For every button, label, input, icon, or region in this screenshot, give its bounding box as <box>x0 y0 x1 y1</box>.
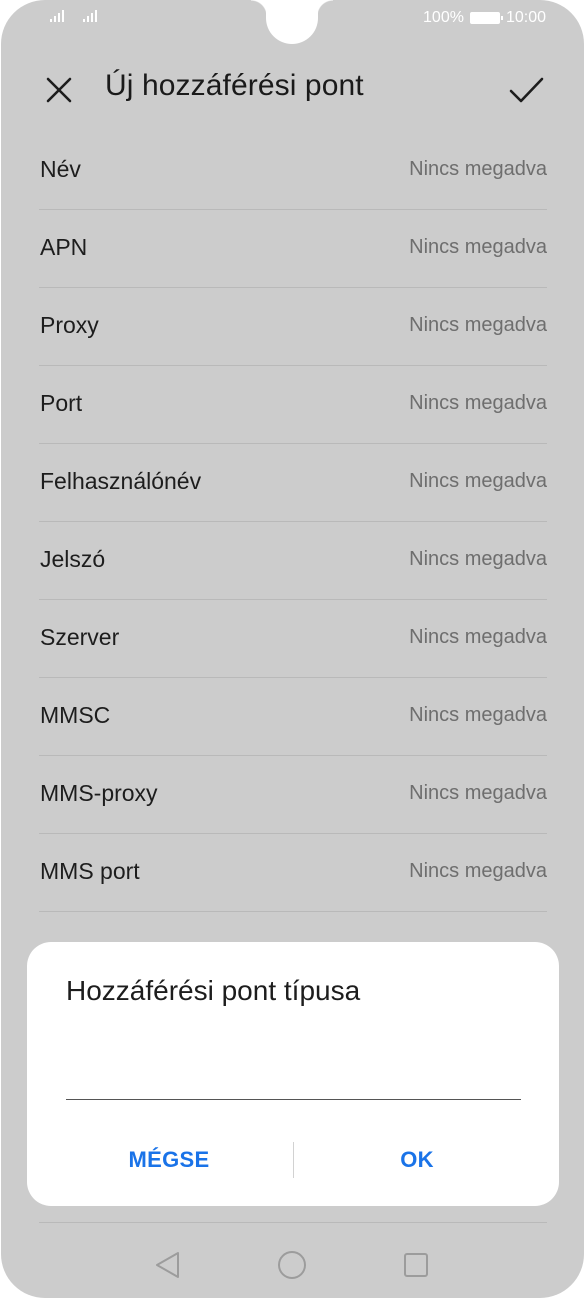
page-title: Új hozzáférési pont <box>105 69 364 102</box>
field-row-mmsc[interactable]: MMSC Nincs megadva <box>39 678 547 756</box>
field-value: Nincs megadva <box>409 548 547 570</box>
apn-type-dialog: Hozzáférési pont típusa MÉGSE OK <box>27 942 559 1206</box>
field-row-proxy[interactable]: Proxy Nincs megadva <box>39 288 547 366</box>
device: 100% 10:00 Új hozzáférési pont Név Nincs… <box>0 0 585 1300</box>
field-label: Jelszó <box>40 546 106 572</box>
field-value: Nincs megadva <box>409 314 547 336</box>
back-triangle-icon[interactable] <box>151 1248 185 1282</box>
field-label: Szerver <box>40 624 120 650</box>
clock: 10:00 <box>505 9 546 26</box>
field-row-username[interactable]: Felhasználónév Nincs megadva <box>39 444 547 522</box>
field-row-password[interactable]: Jelszó Nincs megadva <box>39 522 547 600</box>
field-row-port[interactable]: Port Nincs megadva <box>39 366 547 444</box>
field-label: MMSC <box>40 702 111 728</box>
ok-button[interactable]: OK <box>292 1138 542 1182</box>
field-value: Nincs megadva <box>409 860 547 882</box>
field-label: APN <box>40 234 88 260</box>
list-divider <box>39 1222 547 1223</box>
dialog-buttons: MÉGSE OK <box>27 1138 559 1182</box>
field-label: Port <box>40 390 83 416</box>
field-row-name[interactable]: Név Nincs megadva <box>39 132 547 210</box>
dialog-title: Hozzáférési pont típusa <box>66 975 361 1006</box>
field-value: Nincs megadva <box>409 158 547 180</box>
field-value: Nincs megadva <box>409 704 547 726</box>
header: Új hozzáférési pont <box>1 58 584 118</box>
field-row-apn[interactable]: APN Nincs megadva <box>39 210 547 288</box>
battery-icon <box>469 12 503 24</box>
battery-percent: 100% <box>423 9 464 26</box>
close-icon[interactable] <box>41 72 77 108</box>
field-value: Nincs megadva <box>409 236 547 258</box>
field-label: Proxy <box>40 312 99 338</box>
field-row-mms-port[interactable]: MMS port Nincs megadva <box>39 834 547 912</box>
screen: 100% 10:00 Új hozzáférési pont Név Nincs… <box>1 0 584 1298</box>
field-value: Nincs megadva <box>409 626 547 648</box>
field-label: Név <box>40 156 81 182</box>
field-label: Felhasználónév <box>40 468 202 494</box>
home-circle-icon[interactable] <box>275 1248 309 1282</box>
navigation-bar <box>1 1240 584 1290</box>
field-row-server[interactable]: Szerver Nincs megadva <box>39 600 547 678</box>
signal-icon-2 <box>83 10 97 22</box>
apn-type-input[interactable] <box>66 1052 521 1100</box>
field-label: MMS-proxy <box>40 780 158 806</box>
field-value: Nincs megadva <box>409 470 547 492</box>
check-icon[interactable] <box>506 70 546 110</box>
field-label: MMS port <box>40 858 140 884</box>
field-value: Nincs megadva <box>409 392 547 414</box>
recent-square-icon[interactable] <box>399 1248 433 1282</box>
cancel-button[interactable]: MÉGSE <box>44 1138 294 1182</box>
field-row-mms-proxy[interactable]: MMS-proxy Nincs megadva <box>39 756 547 834</box>
signal-icon <box>50 10 64 22</box>
field-value: Nincs megadva <box>409 782 547 804</box>
status-right: 100% 10:00 <box>423 9 546 27</box>
apn-settings-list: Név Nincs megadva APN Nincs megadva Prox… <box>39 132 547 912</box>
